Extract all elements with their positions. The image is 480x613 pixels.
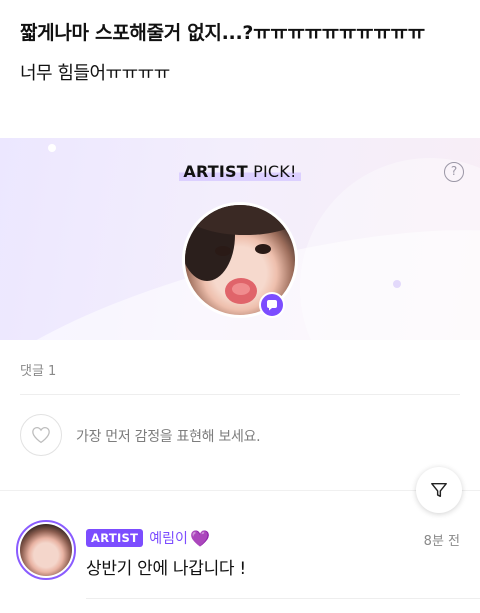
divider [86, 598, 480, 599]
artist-badge: ARTIST [86, 529, 144, 547]
filter-button[interactable] [416, 467, 462, 513]
post-body: 짧게나마 스포해줄거 없지...?ㅠㅠㅠㅠㅠㅠㅠㅠㅠㅠ 너무 힘들어ㅠㅠㅠㅠ [20, 18, 465, 88]
comment-timestamp: 8분 전 [423, 534, 460, 549]
banner-dot [48, 144, 56, 152]
comment-item: ARTIST 예림이 💜 8분 전 상반기 안에 나갑니다 ! [0, 514, 480, 613]
artist-pick-banner: ARTIST PICK! ? [0, 138, 480, 340]
comment-text: 상반기 안에 나갑니다 ! [86, 559, 246, 579]
artist-pick-title-artist: ARTIST [183, 162, 248, 181]
artist-pick-title-pick: PICK! [247, 162, 297, 181]
avatar[interactable] [16, 520, 76, 580]
section-separator [0, 490, 480, 491]
comment-author[interactable]: 예림이 [149, 528, 188, 548]
comment-meta: ARTIST 예림이 💜 [86, 528, 210, 548]
help-icon[interactable]: ? [444, 162, 464, 182]
banner-dot [393, 280, 401, 288]
heart-reaction-button[interactable] [20, 414, 62, 456]
post-text-line-1: 짧게나마 스포해줄거 없지...?ㅠㅠㅠㅠㅠㅠㅠㅠㅠㅠ [20, 22, 425, 44]
chat-bubble-icon [259, 292, 285, 318]
heart-outline-icon [32, 426, 50, 444]
avatar-photo [20, 524, 72, 576]
filter-icon [431, 482, 447, 498]
purple-heart-emoji: 💜 [189, 528, 210, 548]
post-text-line-2: 너무 힘들어ㅠㅠㅠㅠ [20, 63, 170, 84]
divider [20, 394, 460, 395]
artist-pick-title: ARTIST PICK! [0, 162, 480, 181]
comment-count: 댓글 1 [20, 364, 57, 379]
reaction-row: 가장 먼저 감정을 표현해 보세요. [20, 414, 460, 456]
reaction-prompt: 가장 먼저 감정을 표현해 보세요. [76, 429, 261, 445]
